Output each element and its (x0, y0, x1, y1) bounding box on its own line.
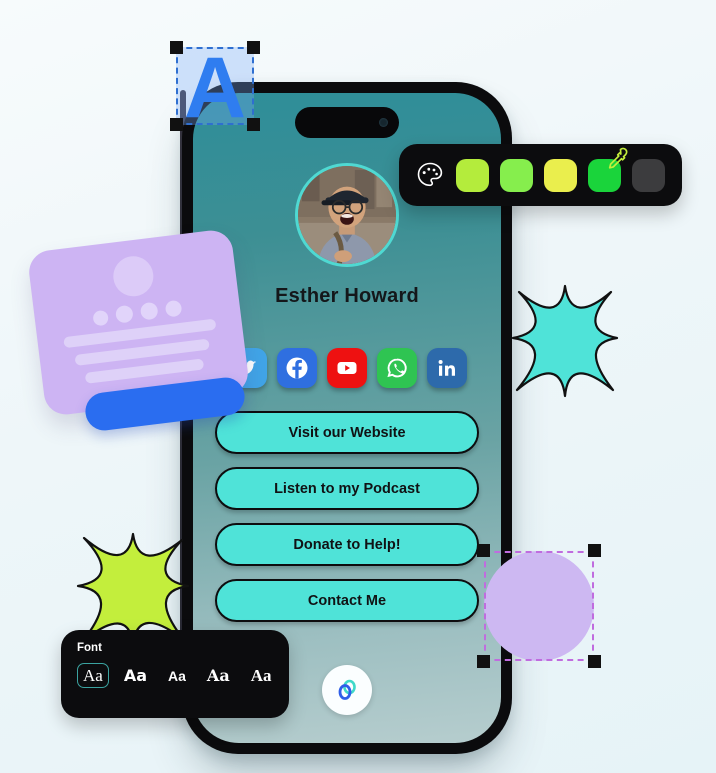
resize-handle-top-right[interactable] (588, 544, 601, 557)
font-option-1[interactable]: Aa (118, 664, 153, 688)
front-camera-icon (379, 118, 388, 127)
swatch-yellow[interactable] (544, 158, 577, 192)
resize-handle-top-left[interactable] (477, 544, 490, 557)
font-option-2[interactable]: Aa (162, 665, 192, 687)
link-button-podcast[interactable]: Listen to my Podcast (215, 467, 479, 510)
link-button-contact[interactable]: Contact Me (215, 579, 479, 622)
card-avatar-placeholder (110, 254, 156, 299)
social-icon-facebook[interactable] (277, 348, 317, 388)
font-option-3[interactable]: Aa (201, 664, 236, 688)
social-icon-whatsapp[interactable] (377, 348, 417, 388)
selection-outline (484, 551, 594, 661)
design-canvas[interactable]: Esther Howard Visit our Website Listen t… (0, 0, 716, 773)
swatch-dark-gray[interactable] (632, 158, 665, 192)
linked-rings-icon (338, 679, 356, 700)
font-option-0[interactable]: Aa (77, 663, 109, 688)
youtube-icon (337, 362, 357, 374)
swatch-green[interactable] (588, 147, 628, 192)
font-panel-label: Font (77, 642, 102, 654)
palette-icon[interactable] (415, 160, 445, 190)
facebook-icon (286, 357, 308, 379)
sparkle-teal (511, 284, 619, 398)
dynamic-island-notch (295, 107, 399, 138)
link-button-donate[interactable]: Donate to Help! (215, 523, 479, 566)
whatsapp-icon (387, 358, 407, 378)
avatar (295, 163, 399, 267)
color-palette-toolbar[interactable] (399, 144, 682, 206)
resize-handle-bottom-right[interactable] (588, 655, 601, 668)
link-buttons-list[interactable]: Visit our Website Listen to my Podcast D… (215, 411, 479, 622)
link-button-website[interactable]: Visit our Website (215, 411, 479, 454)
linkedin-icon (438, 360, 455, 376)
circle-shape-selection[interactable] (477, 544, 601, 668)
resize-handle-bottom-left[interactable] (477, 655, 490, 668)
resize-handle-bottom-left[interactable] (170, 118, 183, 131)
swatch-yellow-green[interactable] (456, 158, 489, 192)
resize-handle-top-left[interactable] (170, 41, 183, 54)
social-icon-linkedin[interactable] (427, 348, 467, 388)
card-bars (63, 318, 221, 386)
card-dot (114, 304, 134, 324)
font-option-4[interactable]: Aa (245, 663, 278, 688)
eyedropper-icon[interactable] (602, 145, 632, 175)
card-dot (92, 309, 110, 327)
resize-handle-top-right[interactable] (247, 41, 260, 54)
brand-badge[interactable] (322, 665, 372, 715)
letter-a-glyph: A (183, 39, 247, 136)
card-dot (164, 299, 183, 318)
font-toolbar[interactable]: Font Aa Aa Aa Aa Aa (61, 630, 289, 718)
swatch-lime[interactable] (500, 158, 533, 192)
resize-handle-bottom-right[interactable] (247, 118, 260, 131)
letter-a-selection[interactable]: A (170, 41, 260, 131)
card-dot (139, 301, 159, 321)
profile-photo-image (298, 166, 396, 264)
social-icon-youtube[interactable] (327, 348, 367, 388)
font-options-row[interactable]: Aa Aa Aa Aa Aa (77, 663, 273, 688)
